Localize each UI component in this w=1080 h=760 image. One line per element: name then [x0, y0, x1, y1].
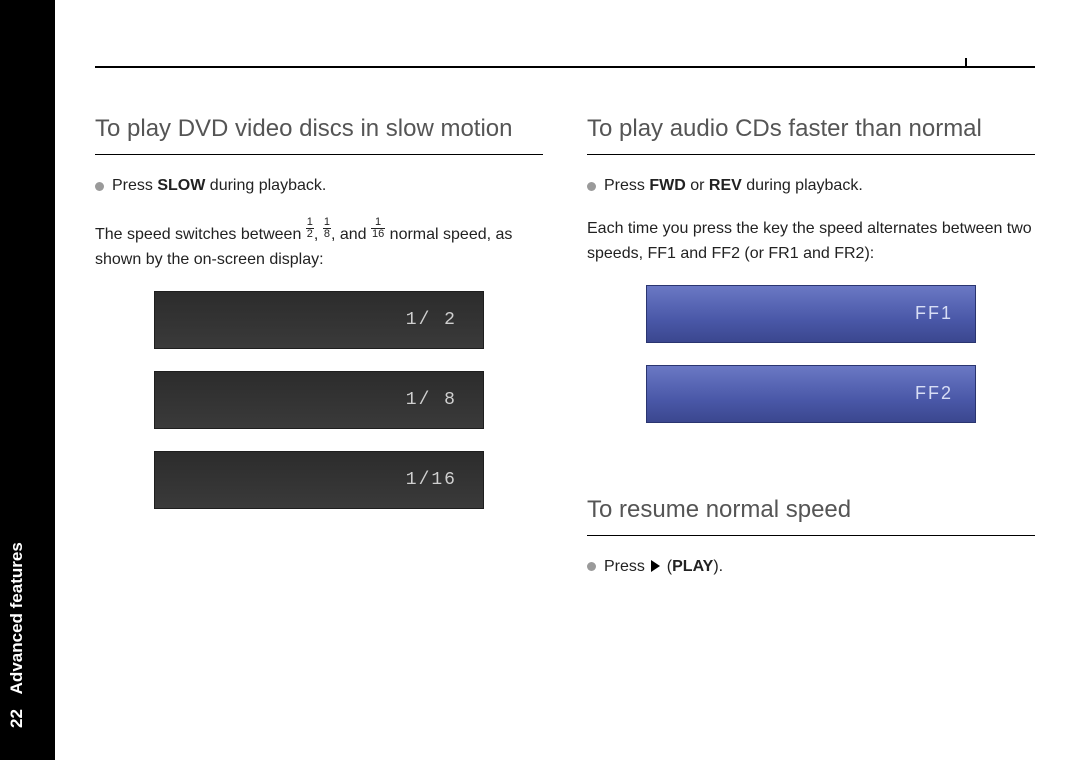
osd-display: FF1: [646, 285, 976, 343]
text: Press: [604, 177, 649, 194]
text: ).: [713, 558, 723, 575]
page-number: 22: [7, 709, 26, 728]
slow-description: The speed switches between 12, 18, and 1…: [95, 217, 543, 273]
bullet-icon: [587, 562, 596, 571]
bullet-icon: [95, 182, 104, 191]
page-content: To play DVD video discs in slow motion P…: [55, 0, 1080, 760]
key-play: PLAY: [672, 558, 713, 575]
slow-osd-examples: 1/ 2 1/ 8 1/16: [95, 291, 543, 509]
instruction-slow: Press SLOW during playback.: [95, 177, 543, 195]
side-tab: 22 Advanced features: [0, 0, 55, 760]
text: during playback.: [742, 177, 863, 194]
heading-slow-motion: To play DVD video discs in slow motion: [95, 114, 543, 155]
instruction-fwd-rev: Press FWD or REV during playback.: [587, 177, 1035, 195]
side-tab-text: 22 Advanced features: [7, 542, 27, 728]
text: during playback.: [205, 177, 326, 194]
osd-display: 1/16: [154, 451, 484, 509]
key-slow: SLOW: [157, 177, 205, 194]
osd-display: FF2: [646, 365, 976, 423]
bullet-icon: [587, 182, 596, 191]
top-rule: [95, 30, 1035, 72]
fast-description: Each time you press the key the speed al…: [587, 217, 1035, 267]
text: Press: [604, 558, 649, 575]
instruction-play: Press (PLAY).: [587, 558, 1035, 576]
text: Press: [112, 177, 157, 194]
osd-display: 1/ 8: [154, 371, 484, 429]
right-column: To play audio CDs faster than normal Pre…: [587, 114, 1035, 598]
play-icon: [651, 560, 660, 572]
heading-fast-cd: To play audio CDs faster than normal: [587, 114, 1035, 155]
osd-display: 1/ 2: [154, 291, 484, 349]
key-fwd: FWD: [649, 177, 685, 194]
left-column: To play DVD video discs in slow motion P…: [95, 114, 543, 598]
fast-osd-examples: FF1 FF2: [587, 285, 1035, 423]
heading-resume: To resume normal speed: [587, 495, 1035, 536]
text: or: [686, 177, 709, 194]
section-name: Advanced features: [7, 542, 26, 694]
key-rev: REV: [709, 177, 742, 194]
